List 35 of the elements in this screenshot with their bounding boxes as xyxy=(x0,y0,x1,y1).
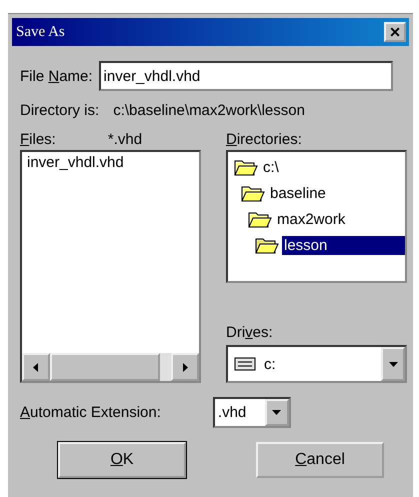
directory-item[interactable]: max2work xyxy=(275,210,348,228)
dropdown-button[interactable] xyxy=(264,399,289,426)
ok-button[interactable]: OK xyxy=(58,442,186,478)
caret-icon xyxy=(388,362,398,366)
scroll-left-button[interactable] xyxy=(22,353,50,381)
horizontal-scrollbar[interactable] xyxy=(22,353,199,381)
folder-icon xyxy=(241,184,265,202)
caret-icon xyxy=(272,410,282,415)
file-name-label: File Name: xyxy=(20,68,93,84)
drives-dropdown[interactable]: c: xyxy=(226,345,407,383)
scroll-right-button[interactable] xyxy=(171,353,199,381)
folder-icon xyxy=(248,210,272,228)
folder-icon xyxy=(234,158,258,176)
file-item[interactable]: inver_vhdl.vhd xyxy=(27,154,194,171)
extension-dropdown[interactable]: .vhd xyxy=(212,397,291,428)
directory-item[interactable]: c:\ xyxy=(261,158,281,176)
right-arrow-icon xyxy=(182,362,188,372)
files-label: Files: xyxy=(20,130,56,148)
window-title: Save As xyxy=(16,24,65,40)
directory-item[interactable]: baseline xyxy=(268,184,328,202)
dropdown-button[interactable] xyxy=(381,347,405,381)
directory-item[interactable]: lesson xyxy=(282,236,405,254)
cancel-button[interactable]: Cancel xyxy=(256,442,384,478)
open-folder-icon xyxy=(255,236,279,254)
directory-label: Directory is: xyxy=(20,102,100,119)
file-name-field[interactable]: inver_vhdl.vhd xyxy=(98,61,393,91)
scroll-thumb[interactable] xyxy=(50,353,160,381)
extension-label: Automatic Extension: xyxy=(20,404,161,421)
directory-path: c:\baseline\max2work\lesson xyxy=(113,102,305,119)
file-filter: *.vhd xyxy=(108,130,142,148)
close-button[interactable]: × xyxy=(384,22,406,42)
directories-label: Directories: xyxy=(226,130,302,148)
left-arrow-icon xyxy=(33,362,39,372)
drives-label: Drives: xyxy=(226,324,273,340)
drive-icon xyxy=(234,357,256,371)
